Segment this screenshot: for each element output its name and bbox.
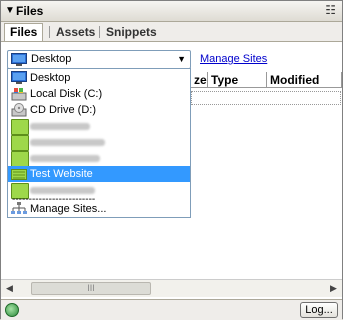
file-row-focus xyxy=(191,91,341,105)
cd-drive-icon xyxy=(11,103,27,117)
site-select-value: Desktop xyxy=(31,53,72,65)
tab-separator xyxy=(99,26,100,38)
option-test-website[interactable]: Test Website xyxy=(8,166,190,182)
blurred-label xyxy=(30,139,105,146)
scroll-right-icon[interactable]: ▶ xyxy=(326,281,341,296)
horizontal-scrollbar[interactable]: ◀ III ▶ xyxy=(1,279,342,297)
blurred-label xyxy=(30,155,100,162)
tab-separator xyxy=(49,26,50,38)
option-manage-sites[interactable]: Manage Sites... xyxy=(8,201,190,217)
site-tree-icon xyxy=(11,202,27,214)
scroll-left-icon[interactable]: ◀ xyxy=(2,281,17,296)
tab-files[interactable]: Files xyxy=(4,23,44,42)
desktop-icon xyxy=(11,71,27,84)
option-folder[interactable] xyxy=(8,134,190,151)
collapse-triangle-icon[interactable]: ▼ xyxy=(5,5,15,16)
tab-bar: Files Assets Snippets xyxy=(1,22,342,42)
option-label: Desktop xyxy=(30,72,71,84)
option-label: Manage Sites... xyxy=(30,203,107,215)
globe-icon xyxy=(5,303,19,317)
folder-icon xyxy=(11,119,29,135)
log-button[interactable]: Log... xyxy=(300,302,338,318)
option-label: Test Website xyxy=(30,168,93,180)
site-dropdown-list[interactable]: Desktop Local Disk (C:) CD Drive (D:) Te… xyxy=(7,68,191,218)
option-cd-drive[interactable]: CD Drive (D:) xyxy=(8,102,190,118)
option-folder[interactable] xyxy=(8,150,190,167)
desktop-icon xyxy=(11,53,27,66)
folder-icon xyxy=(11,135,29,151)
manage-sites-link[interactable]: Manage Sites xyxy=(200,53,267,65)
scrollbar-thumb[interactable]: III xyxy=(31,282,151,295)
folder-icon xyxy=(11,151,29,167)
column-header-modified[interactable]: Modified xyxy=(267,72,342,88)
site-icon xyxy=(11,169,27,180)
dropdown-arrow-icon[interactable]: ▼ xyxy=(177,54,186,64)
blurred-label xyxy=(30,123,90,130)
option-label: Local Disk (C:) xyxy=(30,88,103,100)
column-header-size[interactable]: ze xyxy=(191,72,208,88)
option-desktop[interactable]: Desktop xyxy=(8,70,190,86)
panel-titlebar[interactable]: ▼ Files ☷ xyxy=(1,1,342,22)
tab-assets[interactable]: Assets xyxy=(51,24,100,40)
option-folder[interactable] xyxy=(8,118,190,135)
option-label: CD Drive (D:) xyxy=(30,104,96,116)
status-bar: Log... xyxy=(1,299,342,320)
panel-options-icon[interactable]: ☷ xyxy=(325,3,336,17)
panel-title: Files xyxy=(16,4,44,18)
tab-snippets[interactable]: Snippets xyxy=(101,24,162,40)
files-panel: ▼ Files ☷ Files Assets Snippets Desktop … xyxy=(0,0,343,320)
site-select[interactable]: Desktop ▼ xyxy=(7,50,191,69)
column-header-type[interactable]: Type xyxy=(208,72,267,88)
option-local-disk[interactable]: Local Disk (C:) xyxy=(8,86,190,102)
local-disk-icon xyxy=(11,88,27,101)
